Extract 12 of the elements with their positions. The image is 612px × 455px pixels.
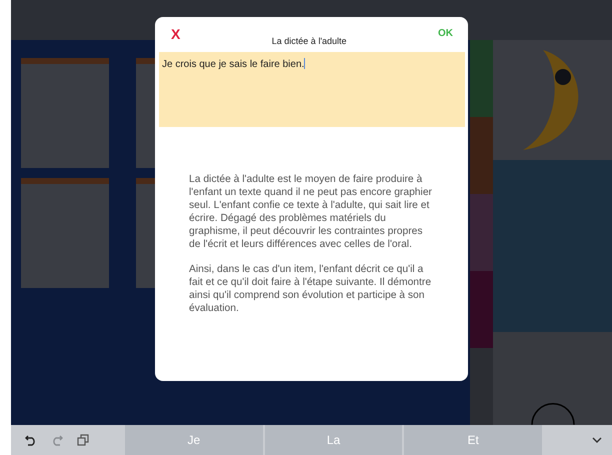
suggestion-button[interactable]: Je (125, 425, 263, 455)
undo-icon[interactable] (25, 434, 37, 446)
circle-drawing (530, 403, 574, 425)
answer-field[interactable]: Je crois que je sais le faire bien. (159, 52, 465, 127)
suggestion-button[interactable]: Et (404, 425, 542, 455)
suggestion-button[interactable]: La (264, 425, 402, 455)
paste-icon[interactable] (77, 434, 89, 446)
explanation-paragraph: Ainsi, dans le cas d'un item, l'enfant décrit ce qu'il a fait et ce qu'il doit faire à l'étape suivante. Il démontre ainsi qu'il comprend son évolution et participe à son évaluation. (189, 263, 432, 315)
dialog-title: La dictée à l'adulte (270, 36, 348, 46)
ok-button[interactable]: OK (438, 28, 453, 39)
close-button[interactable]: X (171, 26, 180, 42)
explanation-paragraph: La dictée à l'adulte est le moyen de faire produire à l'enfant un texte quand il ne peut pas encore graphier seul. L'enfant confie ce texte à l'adulte, qui sait lire et écrire. Dégagé des problèmes matériels du graphisme, il peut découvrir les contraintes propres de l'écrit et leurs différences avec celles de l'oral. (189, 173, 432, 251)
